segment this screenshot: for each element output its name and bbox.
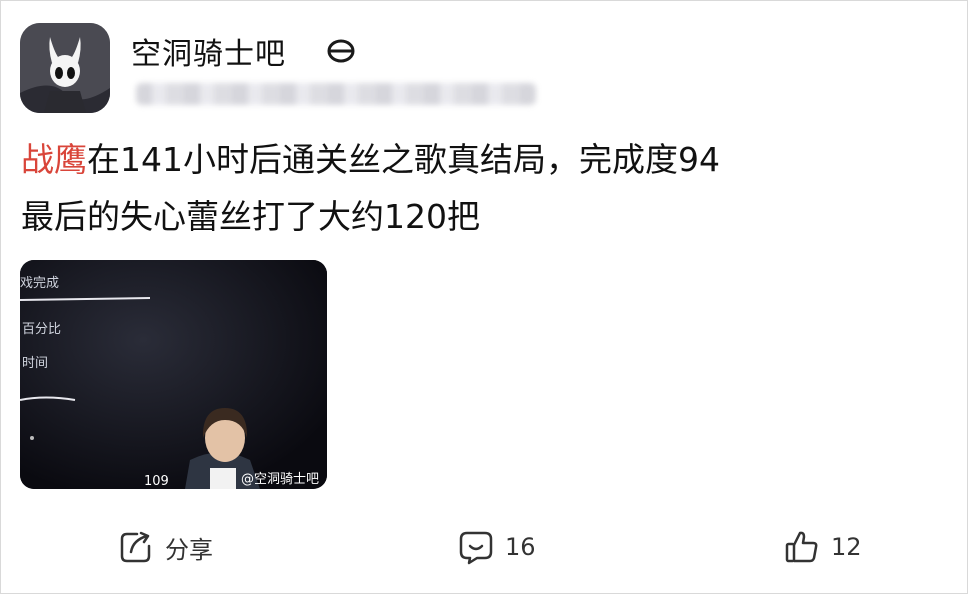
thumbs-up-icon xyxy=(785,531,818,563)
post-line-2: 最后的失心蕾丝打了大约120把 xyxy=(21,197,480,236)
video-overlay-text-1: 戏完成 xyxy=(20,276,60,291)
video-thumbnail[interactable]: 戏完成 百分比 时间 109 @空洞骑士吧 xyxy=(20,260,327,489)
comment-button[interactable]: 16 xyxy=(457,521,536,573)
video-overlay-text-2: 百分比 xyxy=(22,322,62,337)
comment-icon xyxy=(459,531,493,565)
forum-avatar[interactable] xyxy=(20,23,110,113)
forum-name[interactable]: 空洞骑士吧 xyxy=(131,29,286,73)
video-watermark: @空洞骑士吧 xyxy=(240,472,319,487)
forum-badge-icon xyxy=(327,39,355,63)
post-action-bar: 分享 16 12 xyxy=(1,521,968,573)
hollow-knight-avatar-icon xyxy=(20,23,110,113)
like-count: 12 xyxy=(831,533,862,561)
comment-count: 16 xyxy=(505,533,536,561)
post-line-1: 战鹰在141小时后通关丝之歌真结局，完成度94 xyxy=(21,131,951,188)
viewer-count: 109 xyxy=(144,474,169,489)
video-frame xyxy=(20,260,327,489)
like-button[interactable]: 12 xyxy=(783,521,862,573)
share-label: 分享 xyxy=(165,535,213,564)
share-icon xyxy=(120,531,151,563)
share-button[interactable]: 分享 xyxy=(117,521,213,573)
video-overlay-text-3: 时间 xyxy=(22,356,49,371)
post-card: 空洞骑士吧 战鹰在141小时后通关丝之歌真结局，完成度94 最后的失心蕾丝打了大… xyxy=(0,0,968,594)
user-mention[interactable]: 战鹰 xyxy=(21,140,87,179)
post-body: 战鹰在141小时后通关丝之歌真结局，完成度94 最后的失心蕾丝打了大约120把 xyxy=(21,131,951,245)
post-line-1-text: 在141小时后通关丝之歌真结局，完成度94 xyxy=(87,140,720,179)
blurred-post-meta xyxy=(136,83,536,105)
